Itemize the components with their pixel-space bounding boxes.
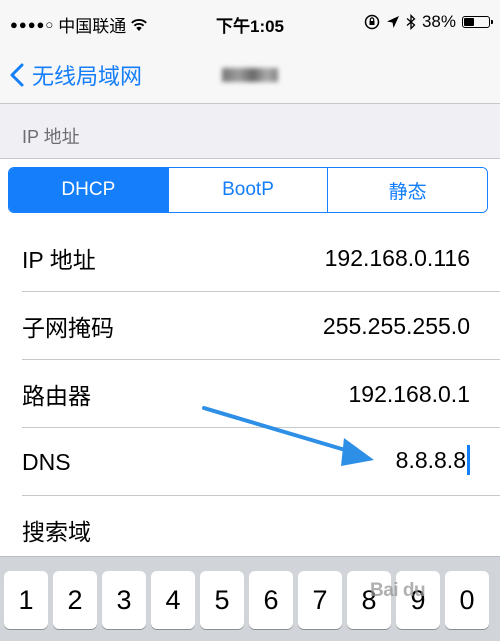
bluetooth-icon <box>406 14 416 30</box>
row-label: IP 地址 <box>22 247 96 273</box>
navigation-bar: 无线局域网 <box>0 46 500 104</box>
table-row-router[interactable]: 路由器 192.168.0.1 <box>0 360 500 428</box>
key-2[interactable]: 2 <box>53 571 97 629</box>
table-row-subnet-mask[interactable]: 子网掩码 255.255.255.0 <box>0 292 500 360</box>
location-icon <box>386 16 399 28</box>
subnet-mask-value: 255.255.255.0 <box>322 312 470 339</box>
key-7[interactable]: 7 <box>298 571 342 629</box>
table-row-search-domain[interactable]: 搜索域 <box>0 496 500 564</box>
chevron-left-icon <box>10 63 24 87</box>
key-1[interactable]: 1 <box>4 571 48 629</box>
key-4[interactable]: 4 <box>151 571 195 629</box>
baidu-watermark: Bai du <box>370 580 426 601</box>
row-label: DNS <box>22 448 71 475</box>
status-bar: ●●●●○ 中国联通 下午1:05 38% <box>0 0 500 46</box>
dns-field[interactable]: 8.8.8.8 <box>395 445 470 477</box>
status-right: 38% <box>364 12 493 32</box>
router-value: 192.168.0.1 <box>348 380 470 407</box>
text-cursor <box>467 445 470 475</box>
table-row-ip-address[interactable]: IP 地址 192.168.0.116 <box>0 224 500 292</box>
section-header: IP 地址 <box>22 127 80 147</box>
back-button[interactable]: 无线局域网 <box>10 46 142 104</box>
battery-icon <box>462 16 493 28</box>
table-row-dns[interactable]: DNS 8.8.8.8 <box>0 428 500 496</box>
key-0[interactable]: 0 <box>445 571 489 629</box>
ip-address-value: 192.168.0.116 <box>324 244 470 271</box>
row-label: 子网掩码 <box>22 315 114 341</box>
segment-dhcp[interactable]: DHCP <box>9 168 168 212</box>
network-name-redacted <box>222 68 278 82</box>
key-6[interactable]: 6 <box>249 571 293 629</box>
rotation-lock-icon <box>364 14 380 30</box>
dns-value: 8.8.8.8 <box>395 447 466 474</box>
segment-static[interactable]: 静态 <box>327 168 487 212</box>
key-3[interactable]: 3 <box>102 571 146 629</box>
back-button-label: 无线局域网 <box>32 64 143 89</box>
ip-mode-segmented-control: DHCP BootP 静态 <box>8 167 488 213</box>
ip-settings-table: IP 地址 192.168.0.116 子网掩码 255.255.255.0 路… <box>0 224 500 564</box>
row-label: 路由器 <box>22 383 91 409</box>
row-label: 搜索域 <box>22 519 91 545</box>
battery-percent: 38% <box>421 12 456 31</box>
segment-bootp[interactable]: BootP <box>167 168 328 212</box>
segmented-control-cell: DHCP BootP 静态 <box>0 158 500 224</box>
key-5[interactable]: 5 <box>200 571 244 629</box>
